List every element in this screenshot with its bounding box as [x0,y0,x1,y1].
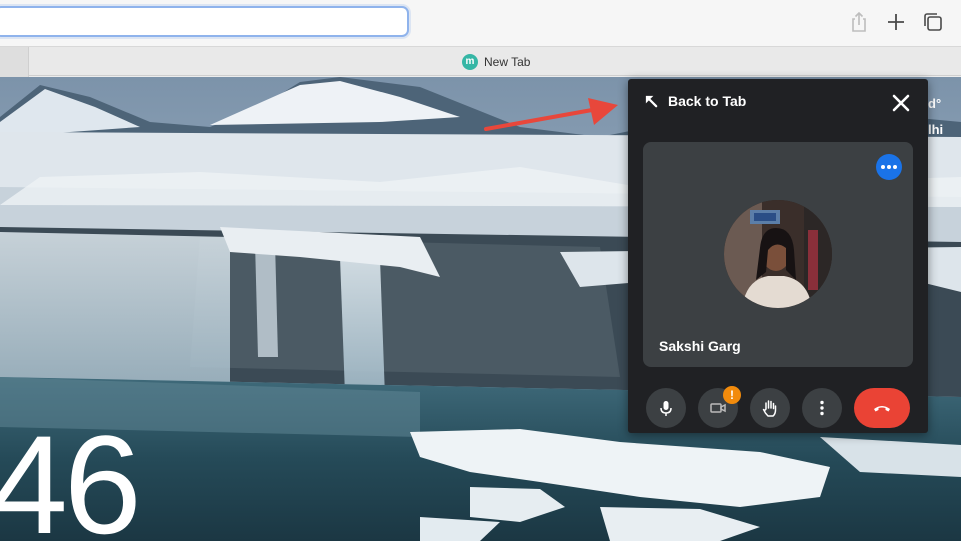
clock-display: 46 [0,406,142,541]
browser-toolbar [0,0,961,46]
back-arrow-icon [645,95,658,107]
more-options-button[interactable] [802,388,842,428]
weather-peek-line: d° [928,96,942,111]
camera-warning-badge: ! [723,386,741,404]
participant-name: Sakshi Garg [659,338,741,354]
close-icon [892,94,910,112]
new-tab-plus-icon[interactable] [884,10,908,34]
tab-previous[interactable] [0,47,29,77]
raise-hand-button[interactable] [750,388,790,428]
address-bar[interactable] [0,6,409,37]
tab-title: New Tab [484,55,531,69]
mic-button[interactable] [646,388,686,428]
pip-header: Back to Tab [628,79,928,129]
call-controls: ! [628,386,928,428]
back-to-tab-button[interactable]: Back to Tab [644,93,746,109]
more-options-icon [820,400,824,416]
tile-more-options-button[interactable] [876,154,902,180]
back-to-tab-label: Back to Tab [668,93,747,109]
tabs-overview-icon[interactable] [921,10,945,34]
share-icon[interactable] [847,10,871,34]
red-arrow-annotation [484,98,618,131]
favicon-icon: m [462,54,478,70]
end-call-button[interactable] [854,388,910,428]
meet-pip-window: Back to Tab Sakshi Garg ! [628,79,928,433]
mic-icon [660,401,672,416]
raise-hand-icon [762,400,777,417]
tab-strip: m New Tab [0,46,961,77]
tab-new-tab[interactable]: m New Tab [462,53,530,71]
weather-widget-partial: d° lhi [928,91,943,143]
participant-avatar [724,200,832,308]
weather-peek-line: lhi [928,122,944,137]
end-call-icon [874,406,890,412]
participant-tile: Sakshi Garg [643,142,913,367]
close-pip-button[interactable] [890,92,912,114]
